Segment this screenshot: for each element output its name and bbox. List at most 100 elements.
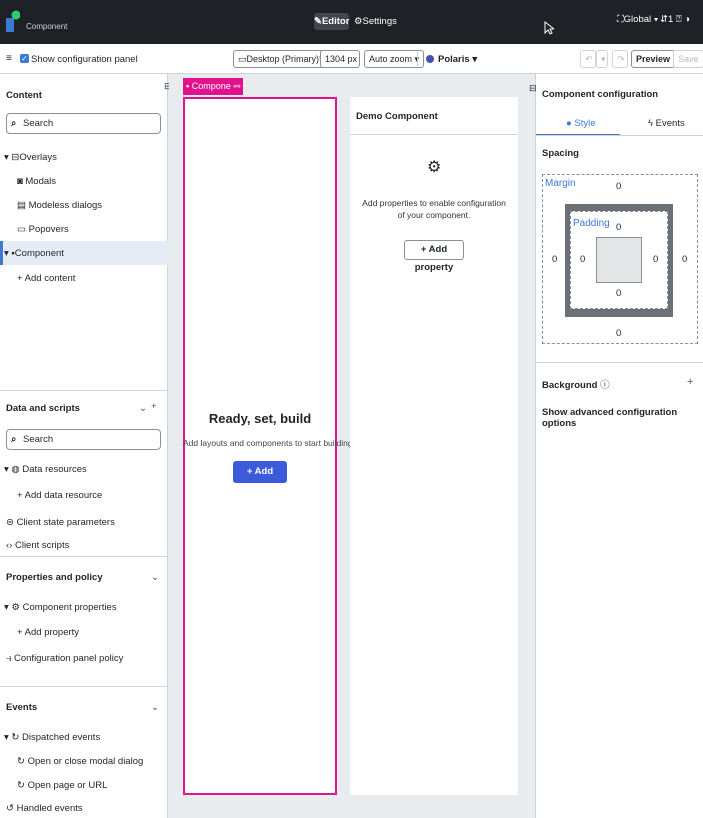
- tree-item-dispatched-events[interactable]: ▾ ↻ Dispatched events: [4, 732, 100, 743]
- tree-item-handled-events[interactable]: ↺ Handled events: [6, 803, 83, 814]
- tree-item-open-page[interactable]: ↻ Open page or URL: [17, 780, 107, 791]
- section-divider: [536, 362, 703, 363]
- scope-icon: ⛶: [617, 14, 624, 25]
- handled-event-icon: ↺: [6, 803, 14, 814]
- add-background-icon[interactable]: +: [687, 376, 693, 388]
- theme-dropdown[interactable]: Polaris ▾: [438, 54, 477, 65]
- modeless-icon: ▤: [17, 200, 26, 211]
- lightning-icon: ϟ: [648, 118, 654, 129]
- save-button[interactable]: Save: [673, 50, 703, 68]
- tree-item-config-policy[interactable]: ⥽ Configuration panel policy: [6, 653, 123, 664]
- tree-item-modals[interactable]: ◙ Modals: [17, 176, 56, 187]
- style-dot-icon: ●: [566, 118, 572, 129]
- properties-section-title: Properties and policy: [6, 572, 103, 583]
- section-divider: [0, 556, 168, 557]
- margin-right-value[interactable]: 0: [682, 254, 687, 265]
- config-title: Component configuration: [542, 89, 659, 100]
- collapse-panel-icon[interactable]: ⊟: [529, 83, 537, 94]
- policy-icon: ⥽: [6, 653, 12, 664]
- margin-left-value[interactable]: 0: [552, 254, 557, 265]
- add-content-button[interactable]: + Add content: [233, 461, 287, 499]
- add-content-link[interactable]: + Add content: [17, 273, 75, 284]
- padding-left-value[interactable]: 0: [580, 254, 585, 265]
- redo-icon[interactable]: ↷: [612, 50, 628, 68]
- toolbar-divider: [417, 52, 418, 66]
- advanced-options-link[interactable]: Show advanced configuration options: [542, 407, 703, 429]
- menu-icon[interactable]: ≡: [6, 53, 12, 64]
- section-divider: [0, 390, 168, 391]
- add-data-resource-link[interactable]: + Add data resource: [17, 490, 102, 501]
- content-section-title: Content: [6, 90, 42, 101]
- search-icon: ⌕: [11, 434, 17, 445]
- margin-bottom-value[interactable]: 0: [616, 328, 621, 339]
- add-property-button[interactable]: + Add property: [404, 240, 464, 273]
- pencil-icon: ✎: [314, 16, 322, 27]
- chevron-down-icon[interactable]: ⌄: [139, 403, 147, 414]
- padding-right-value[interactable]: 0: [653, 254, 658, 265]
- code-icon: ‹›: [6, 540, 13, 551]
- event-icon: ↻: [17, 756, 25, 767]
- header-utility-icons[interactable]: ⇵1 ⍰ ◑: [660, 14, 690, 25]
- show-config-checkbox[interactable]: ✓: [20, 54, 29, 63]
- dispatch-icon: ↻: [11, 732, 20, 743]
- preview-title: Demo Component: [356, 111, 438, 122]
- global-scope-dropdown[interactable]: ⛶Global ▾: [617, 14, 658, 25]
- tree-item-component[interactable]: ▾ ▪Component: [4, 248, 64, 259]
- state-icon: ⊜: [6, 517, 14, 528]
- preview-divider: [350, 134, 518, 135]
- section-divider: [0, 686, 168, 687]
- tree-item-client-state[interactable]: ⊜ Client state parameters: [6, 517, 115, 528]
- tree-item-data-resources[interactable]: ▾ ◍ Data resources: [4, 464, 87, 475]
- chevron-down-icon[interactable]: ⌄: [151, 572, 159, 583]
- background-label: Background ⓘ: [542, 380, 610, 391]
- empty-state-title: Ready, set, build: [208, 411, 312, 426]
- monitor-icon: ▭: [238, 54, 247, 64]
- properties-gear-icon: ⚙: [11, 602, 20, 613]
- add-property-link[interactable]: + Add property: [17, 627, 79, 638]
- app-title: Demo Component: [26, 9, 117, 21]
- content-box: [596, 237, 642, 283]
- preview-button[interactable]: Preview: [631, 50, 676, 68]
- padding-label: Padding: [573, 218, 610, 229]
- tree-item-modeless-dialogs[interactable]: ▤ Modeless dialogs: [17, 200, 102, 211]
- tree-item-overlays[interactable]: ▾ ⊟Overlays: [4, 152, 57, 163]
- show-config-label[interactable]: Show configuration panel: [31, 54, 138, 65]
- data-search-input[interactable]: ⌕ Search: [6, 429, 161, 450]
- preview-message: Add properties to enable configuration o…: [362, 198, 506, 220]
- event-icon: ↻: [17, 780, 25, 791]
- tree-item-component-properties[interactable]: ▾ ⚙ Component properties: [4, 602, 117, 613]
- settings-gear-icon: ⚙: [427, 159, 442, 176]
- margin-top-value[interactable]: 0: [616, 181, 621, 192]
- undo-icon[interactable]: ↶: [580, 50, 596, 68]
- tree-item-popovers[interactable]: ▭ Popovers: [17, 224, 69, 235]
- undo-history-chevron-icon[interactable]: ▾: [596, 50, 608, 68]
- width-input[interactable]: 1304 px: [320, 50, 360, 68]
- info-icon: ⓘ: [600, 380, 610, 391]
- tab-divider: [536, 135, 703, 136]
- database-icon: ◍: [11, 464, 20, 475]
- popover-icon: ▭: [17, 224, 26, 235]
- search-icon: ⌕: [11, 118, 17, 129]
- spacing-label: Spacing: [542, 148, 579, 159]
- padding-top-value[interactable]: 0: [616, 222, 621, 233]
- padding-bottom-value[interactable]: 0: [616, 288, 621, 299]
- tab-style[interactable]: ● Style: [566, 118, 596, 129]
- add-icon[interactable]: +: [151, 401, 157, 412]
- chevron-down-icon[interactable]: ⌄: [151, 702, 159, 713]
- events-section-title: Events: [6, 702, 38, 713]
- tree-item-client-scripts[interactable]: ‹› Client scripts: [6, 540, 69, 551]
- component-link-icon[interactable]: ⚯: [231, 78, 243, 95]
- content-search-input[interactable]: ⌕ Search: [6, 113, 161, 134]
- component-grid-icon: ▪: [186, 81, 190, 91]
- app-logo-icon: [6, 10, 21, 32]
- mouse-cursor-icon: [544, 20, 556, 38]
- zoom-dropdown[interactable]: Auto zoom ▾: [364, 50, 425, 68]
- tab-editor[interactable]: ✎Editor: [314, 13, 349, 30]
- modal-icon: ◙: [17, 176, 23, 187]
- tab-settings[interactable]: ⚙Settings: [354, 13, 397, 30]
- tab-events[interactable]: ϟ Events: [648, 118, 685, 129]
- gear-icon: ⚙: [354, 16, 363, 27]
- margin-label: Margin: [545, 178, 576, 189]
- app-subtitle: Component: [26, 22, 68, 31]
- tree-item-open-close-modal[interactable]: ↻ Open or close modal dialog: [17, 756, 143, 767]
